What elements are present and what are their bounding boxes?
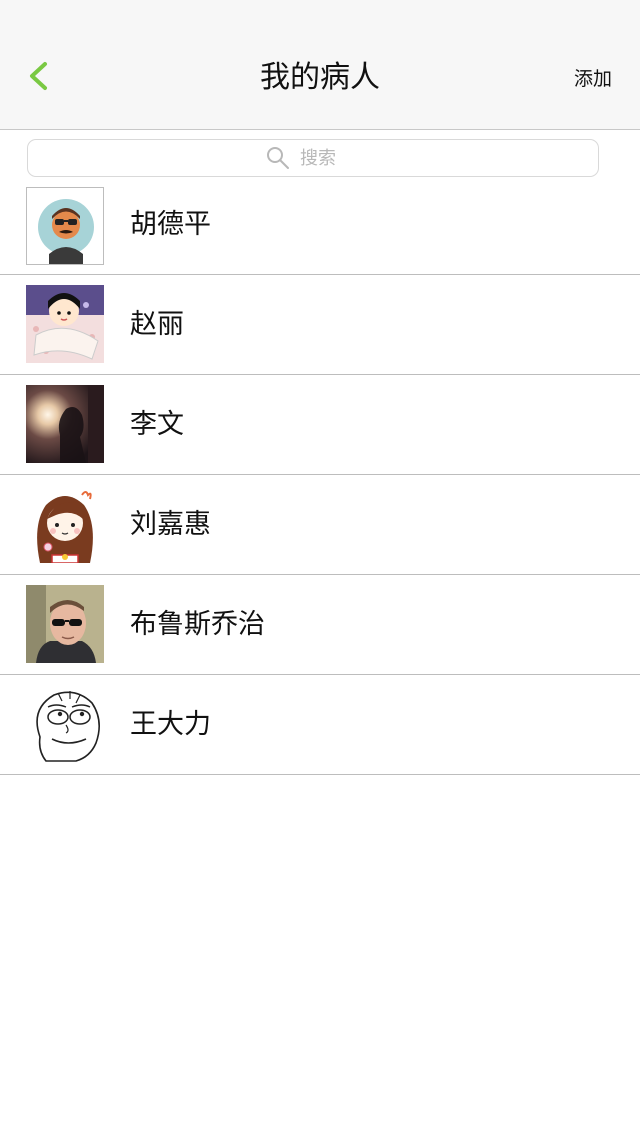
avatar xyxy=(26,385,104,463)
patient-name: 赵丽 xyxy=(130,309,184,340)
avatar xyxy=(26,187,104,265)
avatar xyxy=(26,285,104,363)
add-button[interactable]: 添加 xyxy=(574,64,612,94)
list-item[interactable]: 胡德平 xyxy=(0,185,640,275)
search-icon xyxy=(267,147,289,169)
avatar xyxy=(26,585,104,663)
search-input[interactable] xyxy=(300,147,360,169)
patient-name: 王大力 xyxy=(130,709,211,740)
patient-name: 刘嘉惠 xyxy=(130,509,211,540)
page-title: 我的病人 xyxy=(260,60,380,95)
navigation-bar: 我的病人 添加 xyxy=(0,0,640,130)
list-item[interactable]: 刘嘉惠 xyxy=(0,475,640,575)
patient-name: 李文 xyxy=(130,409,184,440)
patient-name: 布鲁斯乔治 xyxy=(130,609,265,640)
list-item[interactable]: 李文 xyxy=(0,375,640,475)
list-item[interactable]: 王大力 xyxy=(0,675,640,775)
avatar xyxy=(26,685,104,763)
list-item[interactable]: 布鲁斯乔治 xyxy=(0,575,640,675)
list-item[interactable]: 赵丽 xyxy=(0,275,640,375)
patient-list: 胡德平 赵丽 李文 刘嘉惠 布鲁斯乔治 王大力 xyxy=(0,185,640,775)
search-bar[interactable] xyxy=(27,139,599,177)
patient-name: 胡德平 xyxy=(130,209,211,240)
avatar xyxy=(26,485,104,563)
